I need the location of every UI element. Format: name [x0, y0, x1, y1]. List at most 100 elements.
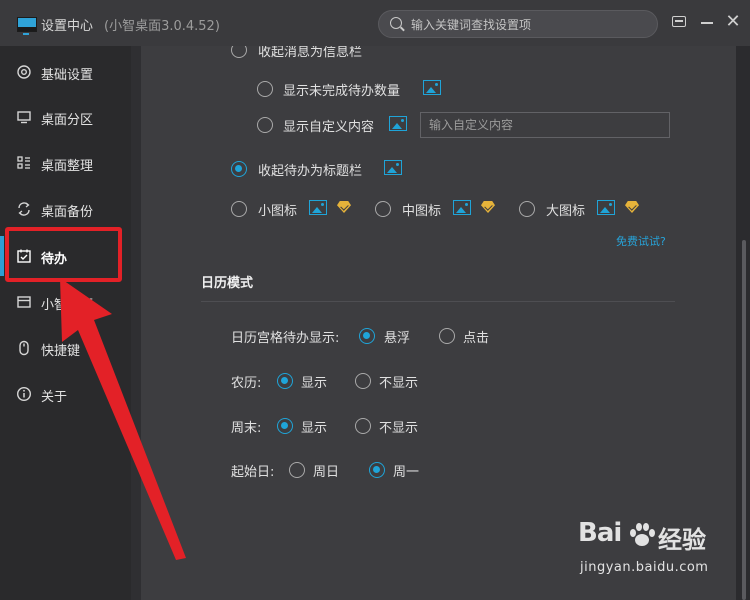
collapse-title-bar-label: 收起待办为标题栏 [258, 164, 363, 179]
collapse-message-bar-radio[interactable] [231, 46, 247, 58]
weekend-hide-label: 不显示 [379, 421, 419, 436]
settings-search[interactable] [378, 10, 658, 38]
weekend-show-label: 显示 [301, 421, 328, 436]
lunar-row: 农历: 显示 不显示 [231, 372, 631, 394]
sidebar-item-shortcuts[interactable]: 快捷键 [0, 328, 131, 368]
calendar-grid-todo-label: 日历宫格待办显示: [231, 331, 340, 346]
sidebar-item-label: 基础设置 [41, 68, 94, 83]
image-preview-icon[interactable] [389, 116, 407, 131]
week-start-label: 起始日: [231, 465, 275, 480]
week-start-monday-label: 周一 [393, 465, 420, 480]
image-preview-icon[interactable] [423, 80, 441, 95]
icon-size-small-label: 小图标 [258, 204, 298, 219]
search-input[interactable] [409, 15, 653, 35]
calendar-section-title: 日历模式 [201, 276, 254, 291]
icon-size-large-radio[interactable] [519, 201, 535, 217]
lunar-hide-label: 不显示 [379, 376, 419, 391]
vip-diamond-icon [624, 200, 640, 215]
custom-content-input[interactable] [420, 112, 670, 138]
grid-hover-label: 悬浮 [384, 331, 411, 346]
annotation-highlight-box [5, 227, 122, 282]
icon-size-large-label: 大图标 [546, 204, 586, 219]
collapse-message-bar-label: 收起消息为信息栏 [258, 46, 363, 60]
show-custom-content-option[interactable]: 显示自定义内容 [257, 116, 417, 138]
vip-diamond-icon [480, 200, 496, 215]
sidebar-item-about[interactable]: 关于 [0, 374, 131, 414]
window-title: 设置中心 [41, 19, 94, 34]
sidebar-item-basic-settings[interactable]: 基础设置 [0, 52, 131, 92]
settings-content: 收起消息为信息栏 显示未完成待办数量 显示自定义内容 收起待办为标题栏 小图标 … [141, 46, 736, 600]
mouse-icon [16, 340, 32, 356]
icon-size-medium-radio[interactable] [375, 201, 391, 217]
show-custom-content-radio[interactable] [257, 117, 273, 133]
sidebar-item-label: 桌面分区 [41, 113, 94, 128]
grid-click-radio[interactable] [439, 328, 455, 344]
weekend-row: 周末: 显示 不显示 [231, 417, 631, 439]
feedback-button[interactable] [669, 12, 689, 32]
sidebar-divider [131, 46, 141, 600]
paw-logo-icon [630, 523, 655, 546]
search-icon [390, 17, 402, 29]
calendar-grid-todo-row: 日历宫格待办显示: 悬浮 点击 [231, 327, 631, 349]
weekend-label: 周末: [231, 421, 262, 436]
week-start-row: 起始日: 周日 周一 [231, 461, 631, 483]
sidebar-item-xiaozhi-calendar[interactable]: 小智日历 [0, 282, 131, 322]
grid-icon [16, 155, 32, 171]
free-trial-link[interactable]: 免费试试? [616, 233, 666, 249]
lunar-show-label: 显示 [301, 376, 328, 391]
sidebar-item-desktop-backup[interactable]: 桌面备份 [0, 189, 131, 229]
weekend-hide-radio[interactable] [355, 418, 371, 434]
info-icon [16, 386, 32, 402]
image-preview-icon[interactable] [384, 160, 402, 175]
baidu-jingyan-watermark: Bai 经验 jingyan.baidu.com [578, 518, 738, 590]
lunar-show-radio[interactable] [277, 373, 293, 389]
image-preview-icon[interactable] [309, 200, 327, 215]
show-unfinished-count-radio[interactable] [257, 81, 273, 97]
icon-size-large-option[interactable]: 大图标 [519, 200, 649, 222]
sidebar-item-label: 桌面备份 [41, 205, 94, 220]
window-icon [16, 294, 32, 310]
icon-size-medium-option[interactable]: 中图标 [375, 200, 505, 222]
grid-hover-radio[interactable] [359, 328, 375, 344]
app-version: (小智桌面3.0.4.52) [104, 19, 220, 34]
watermark-brand: Bai [578, 518, 622, 548]
icon-size-small-option[interactable]: 小图标 [231, 200, 361, 222]
collapse-message-bar-option[interactable]: 收起消息为信息栏 [231, 46, 531, 63]
monitor-icon [16, 109, 32, 125]
minimize-icon [701, 22, 713, 24]
sidebar: 基础设置 桌面分区 桌面整理 桌面备份 待办 小智日历 快捷键 关于 [0, 46, 131, 600]
week-start-monday-radio[interactable] [369, 462, 385, 478]
section-divider [201, 301, 675, 302]
content-scrollbar[interactable] [742, 240, 746, 600]
minimize-button[interactable] [697, 12, 717, 32]
week-start-sunday-label: 周日 [313, 465, 340, 480]
app-logo-icon [17, 17, 37, 35]
image-preview-icon[interactable] [453, 200, 471, 215]
watermark-cn: 经验 [658, 526, 706, 554]
image-preview-icon[interactable] [597, 200, 615, 215]
show-custom-content-label: 显示自定义内容 [283, 120, 375, 135]
watermark-url: jingyan.baidu.com [580, 560, 709, 575]
sidebar-item-label: 关于 [41, 390, 68, 405]
sidebar-item-desktop-partition[interactable]: 桌面分区 [0, 97, 131, 137]
lunar-label: 农历: [231, 376, 262, 391]
sidebar-item-desktop-organize[interactable]: 桌面整理 [0, 143, 131, 183]
close-button[interactable]: ✕ [723, 12, 743, 32]
title-bar: 设置中心 (小智桌面3.0.4.52) ✕ [0, 0, 750, 46]
sidebar-item-label: 桌面整理 [41, 159, 94, 174]
vip-diamond-icon [336, 200, 352, 215]
message-icon [672, 16, 686, 27]
grid-click-label: 点击 [463, 331, 490, 346]
week-start-sunday-radio[interactable] [289, 462, 305, 478]
collapse-title-bar-option[interactable]: 收起待办为标题栏 [231, 160, 431, 182]
show-unfinished-count-label: 显示未完成待办数量 [283, 84, 401, 99]
icon-size-small-radio[interactable] [231, 201, 247, 217]
lunar-hide-radio[interactable] [355, 373, 371, 389]
sidebar-item-label: 小智日历 [41, 298, 94, 313]
sidebar-item-label: 快捷键 [41, 344, 81, 359]
sync-icon [16, 201, 32, 217]
show-unfinished-count-option[interactable]: 显示未完成待办数量 [257, 80, 557, 102]
icon-size-medium-label: 中图标 [402, 204, 442, 219]
collapse-title-bar-radio[interactable] [231, 161, 247, 177]
weekend-show-radio[interactable] [277, 418, 293, 434]
